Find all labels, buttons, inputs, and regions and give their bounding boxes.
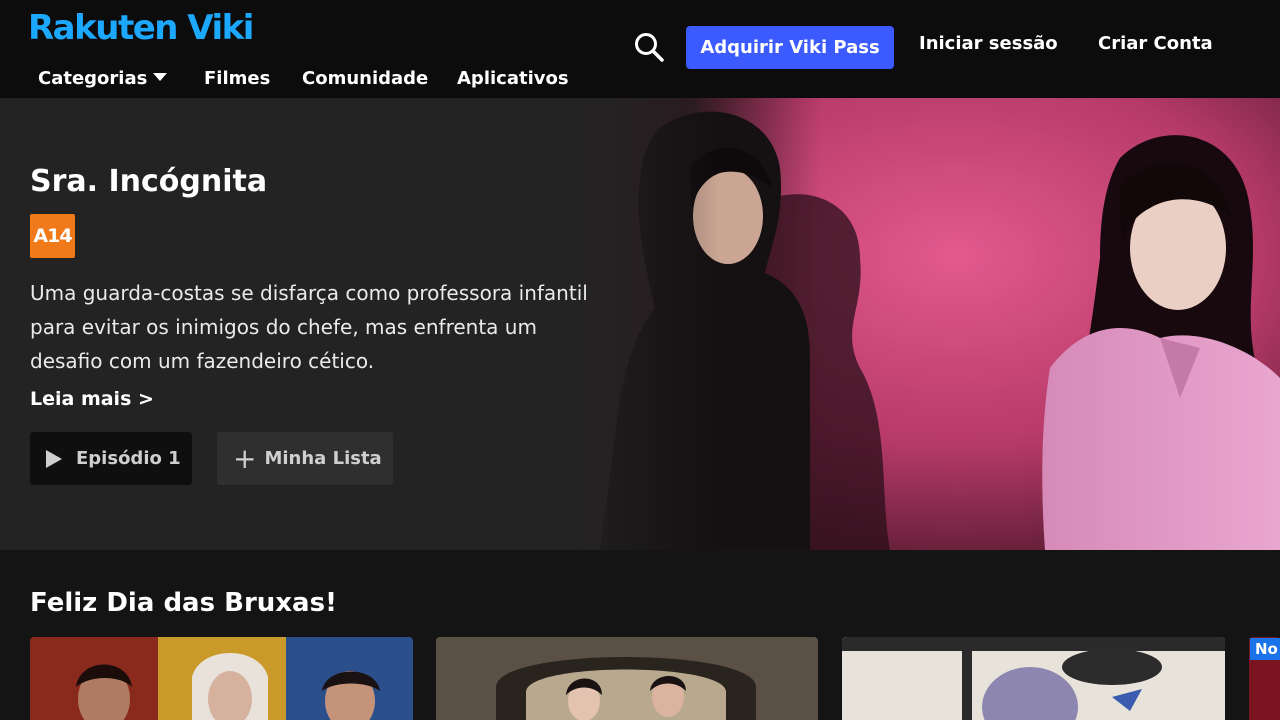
- age-rating-badge: A14: [30, 214, 75, 258]
- play-icon: [46, 449, 62, 468]
- content-card[interactable]: [842, 637, 1225, 720]
- card-thumbnail-image: [436, 637, 818, 720]
- get-viki-pass-button[interactable]: Adquirir Viki Pass: [686, 26, 894, 69]
- status-badge: No: [1250, 638, 1280, 660]
- card-thumbnail-image: [30, 637, 413, 720]
- hero-banner: Sra. Incógnita A14 Uma guarda-costas se …: [0, 98, 1280, 550]
- row-title: Feliz Dia das Bruxas!: [30, 588, 337, 618]
- nav-aplicativos[interactable]: Aplicativos: [457, 68, 569, 89]
- content-card[interactable]: [436, 637, 818, 720]
- search-icon[interactable]: [632, 30, 666, 64]
- show-description: Uma guarda-costas se disfarça como profe…: [30, 281, 588, 373]
- nav-filmes[interactable]: Filmes: [204, 68, 270, 89]
- add-to-list-label: Minha Lista: [264, 448, 382, 469]
- nav-categorias[interactable]: Categorias: [38, 68, 168, 89]
- watch-episode-button[interactable]: Episódio 1: [30, 432, 192, 485]
- plus-icon: +: [233, 441, 257, 475]
- content-card[interactable]: [30, 637, 413, 720]
- login-link[interactable]: Iniciar sessão: [919, 33, 1058, 54]
- read-more-link[interactable]: Leia mais >: [30, 388, 154, 410]
- card-thumbnail-image: [842, 637, 1225, 720]
- top-navbar: Rakuten Viki Categorias Filmes Comunidad…: [0, 0, 1280, 98]
- signup-link[interactable]: Criar Conta: [1098, 33, 1213, 54]
- chevron-down-icon: [153, 73, 168, 81]
- nav-categorias-label: Categorias: [38, 68, 148, 89]
- rakuten-viki-logo[interactable]: Rakuten Viki: [28, 8, 254, 48]
- show-title[interactable]: Sra. Incógnita: [30, 164, 267, 199]
- watch-episode-label: Episódio 1: [76, 448, 181, 469]
- add-to-list-button[interactable]: + Minha Lista: [217, 432, 393, 485]
- nav-comunidade[interactable]: Comunidade: [302, 68, 428, 89]
